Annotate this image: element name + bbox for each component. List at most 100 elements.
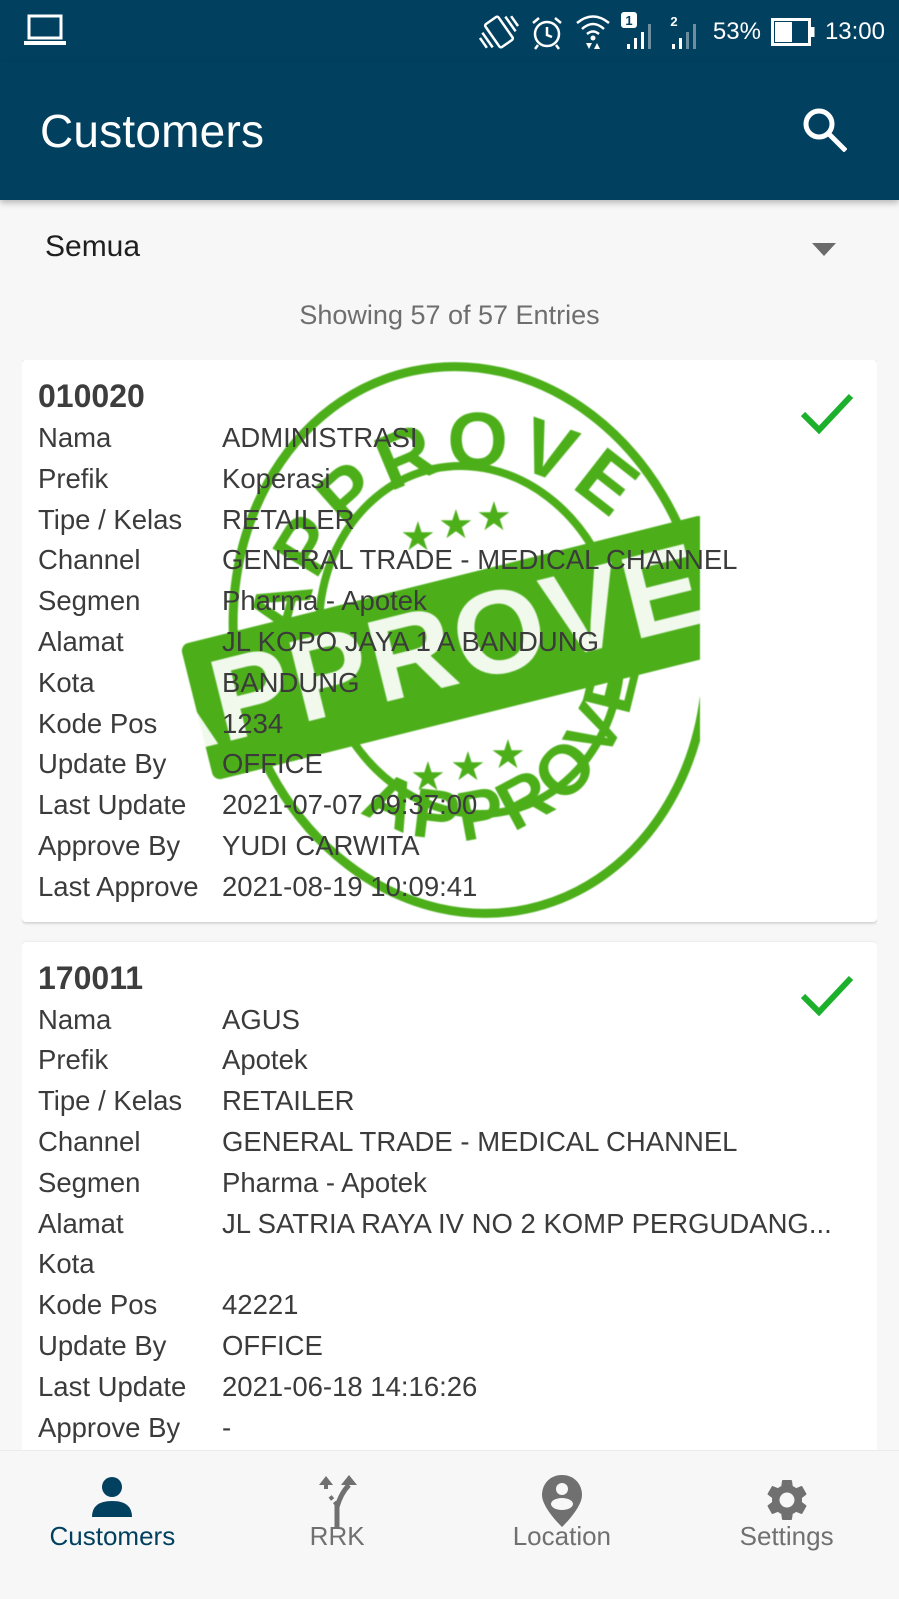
field-row: Last Approve xyxy=(38,1448,861,1450)
field-row: Tipe / Kelas RETAILER xyxy=(38,1081,861,1122)
field-row: Tipe / Kelas RETAILER xyxy=(38,500,861,541)
svg-text:1: 1 xyxy=(625,13,632,28)
field-label: Last Approve xyxy=(38,1448,222,1450)
filter-dropdown[interactable]: Semua xyxy=(0,200,899,296)
field-value: RETAILER xyxy=(222,503,355,535)
field-row: Update By OFFICE xyxy=(38,1326,861,1367)
nav-label: Customers xyxy=(49,1521,176,1551)
field-value: 42221 xyxy=(222,1289,299,1321)
field-row: Prefik Apotek xyxy=(38,1040,861,1081)
field-label: Alamat xyxy=(38,1207,124,1239)
laptop-icon xyxy=(24,14,66,51)
field-value: OFFICE xyxy=(222,1329,323,1361)
nav-item-customers[interactable]: Customers xyxy=(0,1451,225,1599)
field-row: Nama ADMINISTRASI xyxy=(38,418,861,459)
person-icon xyxy=(90,1475,134,1524)
entries-count: Showing 57 of 57 Entries xyxy=(299,300,600,330)
app-bar: Customers xyxy=(0,62,899,200)
field-value: JL KOPO JAYA 1 A BANDUNG xyxy=(222,625,599,657)
svg-text:2: 2 xyxy=(670,14,677,29)
customer-card[interactable]: 170011 Nama AGUS Prefik Apotek Tipe / Kela… xyxy=(22,941,877,1450)
field-row: Channel GENERAL TRADE - MEDICAL CHANNEL xyxy=(38,540,861,581)
field-label: Channel xyxy=(38,544,141,576)
field-label: Approve By xyxy=(38,829,181,861)
field-row: Kota BANDUNG xyxy=(38,663,861,704)
field-value: 2021-07-07 09:37:00 xyxy=(222,789,478,821)
signal-sim2-icon: 2 xyxy=(669,12,703,52)
field-row: Channel GENERAL TRADE - MEDICAL CHANNEL xyxy=(38,1122,861,1163)
field-label: Last Update xyxy=(38,789,187,821)
field-label: Segmen xyxy=(38,585,141,617)
field-value: JL SATRIA RAYA IV NO 2 KOMP PERGUDANG... xyxy=(222,1207,832,1239)
clock-time: 13:00 xyxy=(824,18,885,45)
field-label: Segmen xyxy=(38,1166,141,1198)
customer-list[interactable]: APPROVED APPROVED ★★★ ★★★ APPROVED 01002… xyxy=(22,360,877,1450)
field-value: AGUS xyxy=(222,1003,300,1035)
customer-code: 010020 xyxy=(38,378,145,414)
page-title: Customers xyxy=(40,105,265,157)
field-label: Update By xyxy=(38,748,167,780)
field-value: ADMINISTRASI xyxy=(222,422,418,453)
field-value: YUDI CARWITA xyxy=(222,829,420,861)
nav-label: RRK xyxy=(309,1521,365,1551)
field-label: Prefik xyxy=(38,462,109,494)
field-label: Nama xyxy=(38,422,112,453)
battery-percent: 53% xyxy=(712,18,761,45)
field-label: Kode Pos xyxy=(38,1289,158,1321)
field-row: Kota xyxy=(38,1244,861,1285)
field-row: Last Update 2021-07-07 09:37:00 xyxy=(38,785,861,826)
customer-card[interactable]: APPROVED APPROVED ★★★ ★★★ APPROVED 01002… xyxy=(22,360,877,922)
field-label: Tipe / Kelas xyxy=(38,503,183,535)
field-value: - xyxy=(222,1411,232,1443)
field-value: Apotek xyxy=(222,1044,308,1076)
field-value: Koperasi xyxy=(222,462,331,494)
field-value xyxy=(222,1448,861,1450)
field-row: Approve By - xyxy=(38,1408,861,1449)
nav-item-location[interactable]: Location xyxy=(450,1451,675,1599)
field-row: Segmen Pharma - Apotek xyxy=(38,1163,861,1204)
field-row: Last Update 2021-06-18 14:16:26 xyxy=(38,1367,861,1408)
nav-item-rrk[interactable]: RRK xyxy=(225,1451,450,1599)
field-row: Last Approve 2021-08-19 10:09:41 xyxy=(38,867,861,908)
field-value: Pharma - Apotek xyxy=(222,585,427,617)
status-bar: 1 2 53% 13:00 xyxy=(0,0,899,62)
customer-fields: Nama AGUS Prefik Apotek Tipe / Kelas RETAIL… xyxy=(38,1000,861,1450)
field-label: Kode Pos xyxy=(38,707,158,739)
field-label: Tipe / Kelas xyxy=(38,1085,183,1117)
field-label: Kota xyxy=(38,666,95,698)
field-row: Segmen Pharma - Apotek xyxy=(38,581,861,622)
field-value: 2021-06-18 14:16:26 xyxy=(222,1370,478,1402)
field-value: 2021-08-19 10:09:41 xyxy=(222,870,478,902)
field-label: Approve By xyxy=(38,1411,181,1443)
field-row: Alamat JL SATRIA RAYA IV NO 2 KOMP PERGUD… xyxy=(38,1204,861,1245)
field-row: Approve By YUDI CARWITA xyxy=(38,826,861,867)
chevron-down-icon xyxy=(812,243,836,256)
filter-selected-value: Semua xyxy=(45,230,141,263)
field-row: Kode Pos 1234 xyxy=(38,704,861,745)
nav-item-settings[interactable]: Settings xyxy=(674,1451,899,1599)
field-label: Last Approve xyxy=(38,870,199,902)
field-label: Channel xyxy=(38,1125,141,1157)
nav-label: Location xyxy=(512,1521,612,1551)
wifi-icon xyxy=(575,13,611,51)
field-row: Prefik Koperasi xyxy=(38,459,861,500)
field-label: Update By xyxy=(38,1329,167,1361)
nav-label: Settings xyxy=(739,1521,834,1551)
field-label: Last Update xyxy=(38,1370,187,1402)
field-row: Update By OFFICE xyxy=(38,744,861,785)
field-value: RETAILER xyxy=(222,1085,355,1117)
field-value: Pharma - Apotek xyxy=(222,1166,427,1198)
field-label: Prefik xyxy=(38,1044,109,1076)
field-value: OFFICE xyxy=(222,748,323,780)
customer-fields: Nama ADMINISTRASI Prefik Koperasi Tipe / K… xyxy=(38,418,861,908)
field-row: Kode Pos 42221 xyxy=(38,1285,861,1326)
field-row: Alamat JL KOPO JAYA 1 A BANDUNG xyxy=(38,622,861,663)
field-label: Nama xyxy=(38,1003,112,1035)
alarm-icon xyxy=(529,14,565,50)
bottom-navigation: Customers RRK Location Settings xyxy=(0,1450,899,1599)
field-value: 1234 xyxy=(222,707,284,739)
field-label: Kota xyxy=(38,1248,95,1280)
battery-icon xyxy=(770,18,815,46)
field-label: Alamat xyxy=(38,625,124,657)
search-icon[interactable] xyxy=(801,106,848,157)
